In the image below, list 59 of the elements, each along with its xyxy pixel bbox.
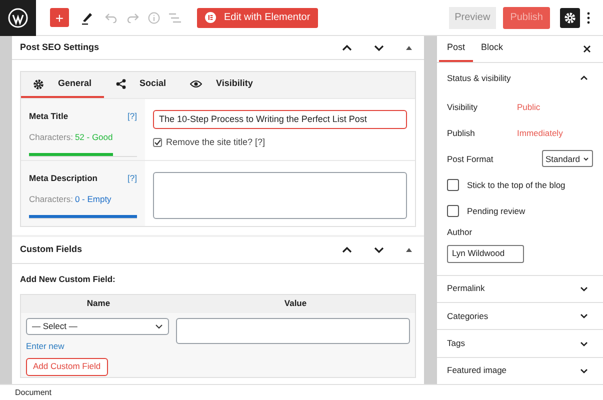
author-field[interactable]: Lyn Wildwood: [447, 244, 524, 263]
select-dropdown[interactable]: — Select —: [26, 318, 169, 335]
eye-icon: [190, 80, 202, 88]
chevron-down-icon: [155, 322, 163, 330]
wordpress-logo[interactable]: [0, 0, 36, 36]
textarea-field[interactable]: [153, 172, 407, 219]
settings-button[interactable]: [560, 8, 580, 28]
column-header: Name: [86, 297, 112, 310]
setting-label: Post Format: [447, 152, 494, 166]
section-title[interactable]: Status & visibility: [447, 72, 511, 85]
chevron-down-icon: [583, 156, 589, 162]
checkbox-label: Stick to the top of the blog: [467, 178, 566, 192]
tab[interactable]: Social: [104, 72, 178, 98]
section-title[interactable]: Featured image: [447, 364, 507, 378]
character-count: 0 - Empty: [74, 192, 112, 206]
gear-icon: [564, 12, 576, 24]
triangle-up-icon[interactable]: [405, 44, 413, 52]
setting-link[interactable]: Public: [517, 100, 540, 114]
characters-label: Characters:: [29, 130, 73, 144]
help-link[interactable]: [?]: [128, 110, 137, 123]
post-format-select[interactable]: Standard: [542, 150, 593, 168]
elementor-icon: [205, 12, 216, 23]
panel-title: Custom Fields: [20, 243, 82, 256]
text-input[interactable]: The 10-Step Process to Writing the Perfect List Post: [153, 110, 407, 129]
checkbox[interactable]: [153, 138, 162, 148]
share-icon: [116, 79, 126, 89]
checkbox-label: Pending review: [467, 204, 526, 218]
checkbox-label: Remove the site title? [?]: [166, 136, 266, 149]
section-label: Add New Custom Field:: [20, 273, 116, 286]
field-label: Meta Description: [29, 172, 98, 185]
tab[interactable]: Post: [439, 36, 474, 62]
character-count: 52 - Good: [74, 130, 113, 144]
add-custom-field-button[interactable]: Add Custom Field: [26, 358, 108, 376]
setting-link[interactable]: Immediately: [517, 126, 563, 140]
more-options-icon[interactable]: [587, 12, 590, 24]
column-header: Value: [283, 297, 308, 310]
setting-label: Author: [447, 226, 474, 239]
value-textarea[interactable]: [176, 318, 410, 344]
gear-icon: [33, 78, 44, 90]
section-title[interactable]: Tags: [447, 337, 465, 350]
checkbox[interactable]: [447, 204, 459, 217]
tab[interactable]: Visibility: [178, 72, 265, 98]
help-link[interactable]: [?]: [128, 172, 137, 185]
triangle-up-icon[interactable]: [405, 246, 413, 254]
characters-label: Characters:: [29, 192, 73, 206]
breadcrumb[interactable]: Document: [15, 386, 52, 398]
setting-label: Publish: [447, 126, 476, 140]
panel-title: Post SEO Settings: [20, 40, 100, 54]
checkbox[interactable]: [447, 178, 459, 191]
section-title[interactable]: Permalink: [447, 282, 485, 296]
field-label: Meta Title: [29, 110, 68, 123]
pencil-icon[interactable]: [81, 10, 93, 24]
close-icon[interactable]: [583, 45, 591, 53]
setting-label: Visibility: [447, 100, 479, 114]
add-block-button[interactable]: +: [50, 8, 69, 27]
enter-new-link[interactable]: Enter new: [26, 340, 169, 352]
edit-with-elementor-button[interactable]: Edit with Elementor: [197, 8, 318, 28]
tab[interactable]: Block: [473, 36, 512, 62]
section-title[interactable]: Categories: [447, 310, 488, 323]
